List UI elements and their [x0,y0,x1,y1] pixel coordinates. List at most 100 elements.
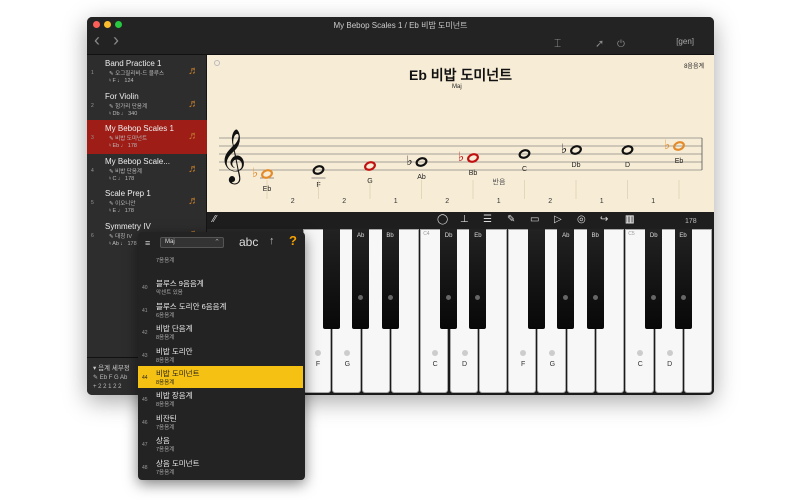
key-dot [475,295,481,300]
song-key-tempo: ♮ E ♩ 178 [109,208,134,214]
collapse-icon[interactable]: ⌶ [554,34,561,52]
black-key-label: Bb [386,233,394,239]
black-key[interactable]: Db [645,229,663,329]
filter-icon[interactable]: ≡ [145,238,150,248]
scale-details-notes: ✎ Eb F G Ab [93,375,128,381]
scale-list-item[interactable]: 서스펜디드 5음음계 [138,478,303,480]
scale-list-item[interactable]: 41 블루스 도리안 6음음계 6음음계 [138,299,303,321]
scale-details-title[interactable]: ▾ 음계 세부정 [93,362,130,372]
black-key[interactable]: Eb [469,229,487,329]
black-key[interactable]: Ab [352,229,370,329]
semitone-label: 반음 [493,177,506,186]
flat-sign: ♭ [664,138,670,153]
key-dot [432,350,439,356]
black-key-label: Bb [591,233,599,239]
scale-list-item[interactable]: 43 비밥 도리안 8음음계 [138,344,303,366]
scale-number: 41 [142,307,148,314]
pencil-icon[interactable]: ✎ [507,214,515,226]
notation-icon[interactable]: ⁄⁄ [213,214,216,226]
scale-subtitle: 8음음계 [156,335,175,342]
root-icon[interactable]: ⊥ [460,214,469,226]
note-label: D [625,162,630,169]
scale-picker-popup: ≡ Maj ⌃ abc ↑ ? 7음음계 40 블루스 9음음계 악센트 있음 41 블루… [138,232,305,480]
scale-list-item[interactable]: 40 블루스 9음음계 악센트 있음 [138,276,303,298]
scale-list-item[interactable]: 7음음계 [138,254,303,276]
song-item[interactable]: 2 For Violin ✎ 헝가리 단음계 ♮ Db ♩ 340 ♬ [87,88,207,122]
interval-label: 1 [600,198,604,205]
abc-toggle[interactable]: abc [239,235,258,249]
scale-subtitle: 8음음계 [156,357,175,364]
piano-keys-icon[interactable]: ▥ [625,214,634,226]
song-scale-name: ✎ 이오니안 [109,201,136,207]
note-head [621,145,634,155]
song-name: Scale Prep 1 [105,189,151,198]
scale-number: 43 [142,352,148,359]
scale-list-item[interactable]: 47 상음 7음음계 [138,433,303,455]
dropdown-chevron-icon: ⌃ [214,239,220,246]
list-icon[interactable]: ☰ [483,214,492,226]
song-item[interactable]: 3 My Bebop Scales 1 ✎ 비밥 도미넌트 ♮ Eb ♩ 178 ♬ [87,120,207,154]
interval-label: 1 [651,198,655,205]
song-key-tempo: ♮ C ♩ 178 [109,175,135,182]
song-key-tempo: ♮ Ab ♩ 178 [109,240,137,247]
flat-sign: ♭ [407,154,413,169]
song-number: 2 [91,102,94,109]
scale-list-item[interactable]: 44 비밥 도미넌트 8음음계 [138,366,303,388]
share-icon[interactable]: ➚ [595,35,604,53]
song-item[interactable]: 5 Scale Prep 1 ✎ 이오니안 ♮ E ♩ 178 ♬ [87,185,207,219]
sort-arrow-icon[interactable]: ↑ [269,235,275,247]
black-key[interactable]: Eb [674,229,692,329]
key-dot [592,295,598,300]
scale-number: 47 [142,442,148,449]
song-scale-name: ✎ 오그질리비-드 블루스 [109,71,165,77]
note-label: C [522,166,527,173]
white-key-label: F [520,361,526,368]
power-icon[interactable]: ⏻ [617,36,625,54]
song-item[interactable]: 1 Band Practice 1 ✎ 오그질리비-드 블루스 ♮ F ♩ 124 ♬ [87,55,207,89]
key-dot [358,295,364,300]
gen-button[interactable]: [gen] [676,37,694,46]
piano-keyboard: F G C4 C D F G C5 C D Ab Bb Db Eb Ab Bb Db Eb [303,229,714,395]
scale-subtitle: 악센트 있음 [156,290,183,297]
white-key-label: D [667,361,673,368]
key-dot [549,350,556,356]
key-dot [637,350,644,356]
black-key[interactable]: Bb [586,229,604,329]
scale-details-intervals: + 2 2 1 2 2 [93,384,122,390]
scale-list: 7음음계 40 블루스 9음음계 악센트 있음 41 블루스 도리안 6음음계 6음음계 42… [138,254,305,480]
play-icon[interactable]: ▷ [554,214,562,226]
note-label: Bb [469,170,478,177]
book-icon[interactable]: ▭ [530,214,539,226]
black-key[interactable]: Bb [381,229,399,329]
black-key[interactable] [322,229,340,329]
interval-label: 1 [497,198,501,205]
key-dot [387,295,393,300]
note-label: Db [572,162,581,169]
circle-of-fifths-icon[interactable]: ◯ [437,214,448,226]
loop-icon[interactable]: ↪ [600,214,608,226]
scale-subtitle: 7음음계 [156,424,175,431]
song-number: 4 [91,167,94,174]
black-key[interactable]: Ab [557,229,575,329]
scale-list-item[interactable]: 45 비밥 장음계 8음음계 [138,388,303,410]
back-chevron-icon[interactable]: ‹ [94,31,100,49]
forward-chevron-icon[interactable]: › [113,31,119,49]
scale-number: 48 [142,464,148,471]
scale-list-item[interactable]: 48 상음 도미넌트 7음음계 [138,456,303,478]
scale-list-item[interactable]: 42 비밥 단음계 8음음계 [138,321,303,343]
interval-label: 1 [394,198,398,205]
tempo-value[interactable]: 178 [685,216,697,228]
key-dot [563,295,569,300]
scale-list-item[interactable]: 46 비잔틴 7음음계 [138,411,303,433]
key-dot [344,350,351,356]
chord-dropdown[interactable]: Maj ⌃ [160,237,224,248]
song-item[interactable]: 4 My Bebop Scale... ✎ 비밥 단음계 ♮ C ♩ 178 ♬ [87,153,207,187]
white-key-label: C [637,361,643,368]
instrument-icon: ♬ [188,97,199,110]
help-button[interactable]: ? [289,233,297,248]
white-key-label: F [315,361,321,368]
settings-icon[interactable]: ◎ [577,214,586,226]
song-name: Symmetry IV [105,221,151,231]
black-key[interactable]: Db [440,229,458,329]
black-key[interactable] [528,229,546,329]
